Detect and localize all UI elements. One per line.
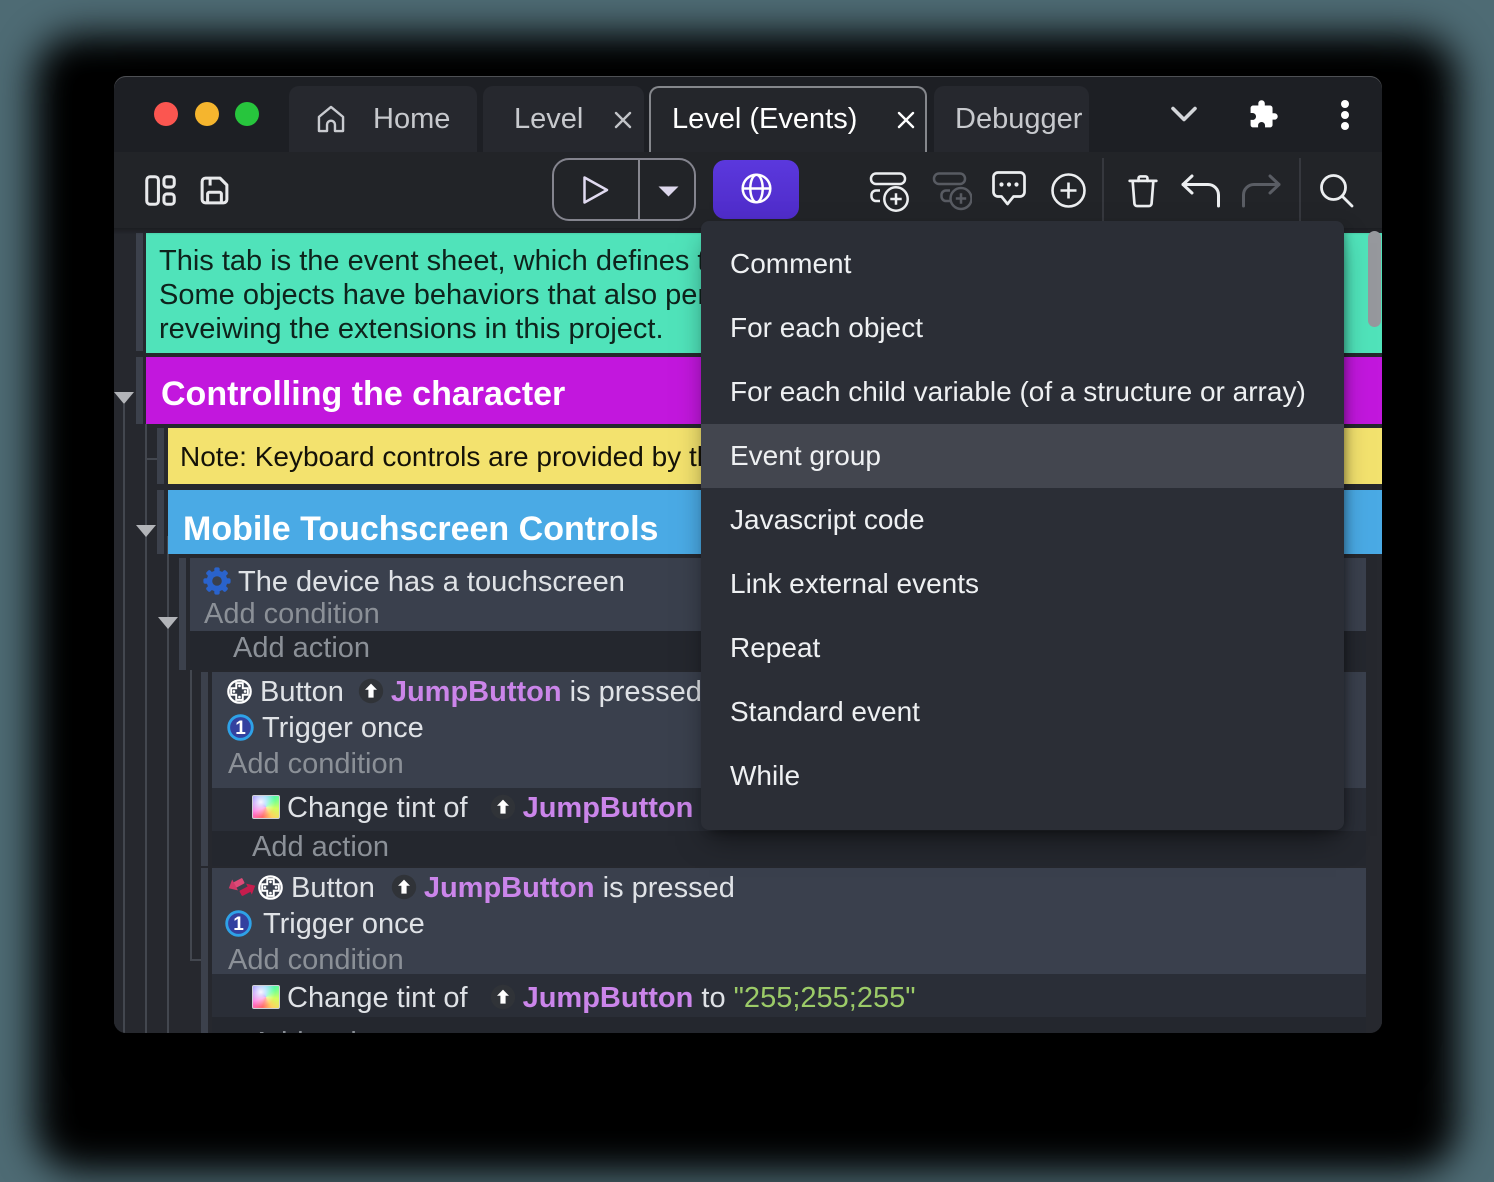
svg-text:1: 1: [233, 914, 244, 935]
svg-text:1: 1: [235, 718, 246, 739]
